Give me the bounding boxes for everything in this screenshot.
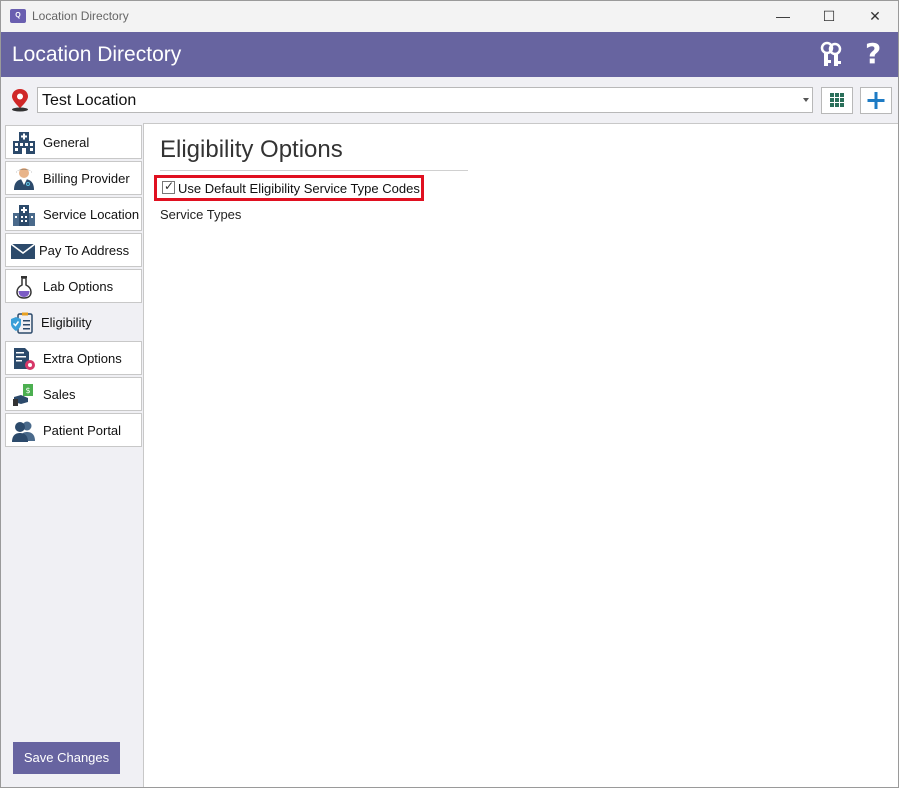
save-changes-button[interactable]: Save Changes <box>13 742 120 774</box>
sidebar: General Billing Provider Service Locatio… <box>1 123 145 787</box>
document-gear-icon <box>14 348 35 370</box>
title-bar: Q Location Directory — ☐ ✕ <box>1 1 898 32</box>
sidebar-item-general[interactable]: General <box>5 125 142 159</box>
close-button[interactable]: ✕ <box>852 1 898 32</box>
doctor-icon <box>14 168 34 190</box>
location-pin-icon <box>12 89 28 112</box>
sidebar-item-label: Extra Options <box>43 351 122 366</box>
sidebar-item-label: Lab Options <box>43 279 114 294</box>
help-icon[interactable]: ? <box>865 37 881 70</box>
sidebar-item-sales[interactable]: $ Sales <box>5 377 142 411</box>
sidebar-item-label: Eligibility <box>41 315 92 330</box>
main-content: Eligibility Options ✓ Use Default Eligib… <box>143 123 898 787</box>
sidebar-item-label: Sales <box>43 387 76 402</box>
minimize-button[interactable]: — <box>760 1 806 32</box>
building-icon <box>13 205 35 226</box>
sidebar-item-label: Patient Portal <box>43 423 122 438</box>
sidebar-item-label: Pay To Address <box>39 243 130 258</box>
sidebar-item-extra-options[interactable]: Extra Options <box>5 341 142 375</box>
window-title: Location Directory <box>32 9 129 23</box>
chevron-down-icon <box>803 98 809 102</box>
flask-icon <box>16 276 32 299</box>
sidebar-item-lab-options[interactable]: Lab Options <box>5 269 142 303</box>
service-types-label: Service Types <box>160 207 242 222</box>
svg-text:$: $ <box>25 386 30 395</box>
shield-clipboard-icon <box>11 312 33 334</box>
sidebar-item-patient-portal[interactable]: Patient Portal <box>5 413 142 447</box>
sidebar-item-label: Billing Provider <box>43 171 130 186</box>
location-bar: Test Location <box>1 77 898 123</box>
keys-icon[interactable] <box>817 40 845 68</box>
check-icon: ✓ <box>164 179 175 193</box>
sidebar-item-eligibility[interactable]: Eligibility <box>5 305 145 339</box>
page-title: Location Directory <box>12 43 182 66</box>
app-header: Location Directory ? <box>1 32 898 77</box>
sidebar-item-billing-provider[interactable]: Billing Provider <box>5 161 142 195</box>
users-icon <box>12 421 35 442</box>
title-divider <box>160 170 468 171</box>
section-title: Eligibility Options <box>160 136 343 163</box>
location-select-value: Test Location <box>42 92 137 109</box>
grid-icon <box>830 93 844 107</box>
maximize-button[interactable]: ☐ <box>806 1 852 32</box>
sidebar-item-label: General <box>43 135 90 150</box>
use-default-service-type-checkbox[interactable]: ✓ <box>162 179 175 194</box>
app-logo-icon: Q <box>10 9 26 23</box>
sidebar-item-pay-to-address[interactable]: Pay To Address <box>5 233 142 267</box>
hospital-icon <box>13 132 35 154</box>
app-window: Q Location Directory — ☐ ✕ Location Dire… <box>0 0 899 788</box>
location-select[interactable]: Test Location <box>37 87 813 113</box>
envelope-icon <box>11 243 35 259</box>
sidebar-item-label: Service Location <box>43 207 140 222</box>
sidebar-item-service-location[interactable]: Service Location <box>5 197 142 231</box>
grid-view-button[interactable] <box>821 87 853 114</box>
add-location-button[interactable] <box>860 87 892 114</box>
plus-icon <box>867 92 885 109</box>
money-hand-icon: $ <box>13 384 33 406</box>
checkbox-label[interactable]: Use Default Eligibility Service Type Cod… <box>178 181 420 196</box>
